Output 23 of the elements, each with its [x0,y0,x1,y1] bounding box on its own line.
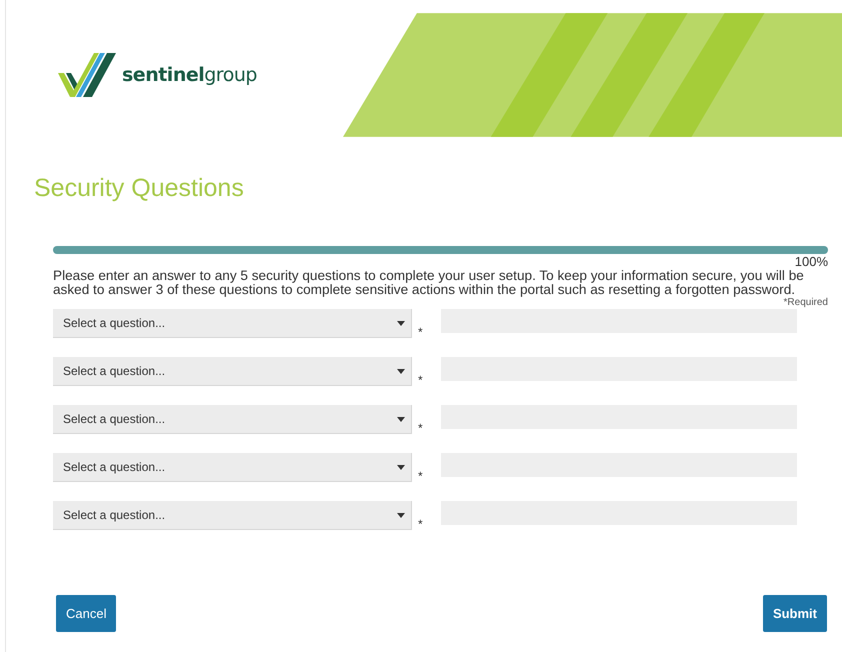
caret-icon [397,368,405,374]
brand-name: sentinelgroup [122,62,257,88]
checkmark-logo-icon [58,53,118,97]
caret-icon [397,320,405,326]
question-dropdown[interactable]: Select a question... [53,357,412,386]
required-mark: * [417,420,424,437]
question-dropdown[interactable]: Select a question... [53,405,412,434]
submit-button[interactable]: Submit [762,595,827,632]
cancel-button[interactable]: Cancel [56,595,116,632]
question-dropdown[interactable]: Select a question... [53,501,412,530]
required-mark: * [417,468,424,485]
caret-icon [397,512,405,518]
page-title: Security Questions [34,173,245,203]
progress-percent: 100% [794,254,828,269]
question-dropdown[interactable]: Select a question... [53,453,412,482]
question-dropdown[interactable]: Select a question... [53,309,412,338]
caret-icon [397,464,405,470]
required-note: *Required [782,297,828,308]
required-mark: * [417,516,424,533]
required-mark: * [417,324,424,341]
required-mark: * [417,372,424,389]
instructions-text: Please enter an answer to any 5 security questions to complete your user setup. To keep your information secure, you will be asked to answer 3 of these questions to complete sensitive actions within the portal such as resetting a forgotten password. [53,269,805,297]
caret-icon [397,416,405,422]
